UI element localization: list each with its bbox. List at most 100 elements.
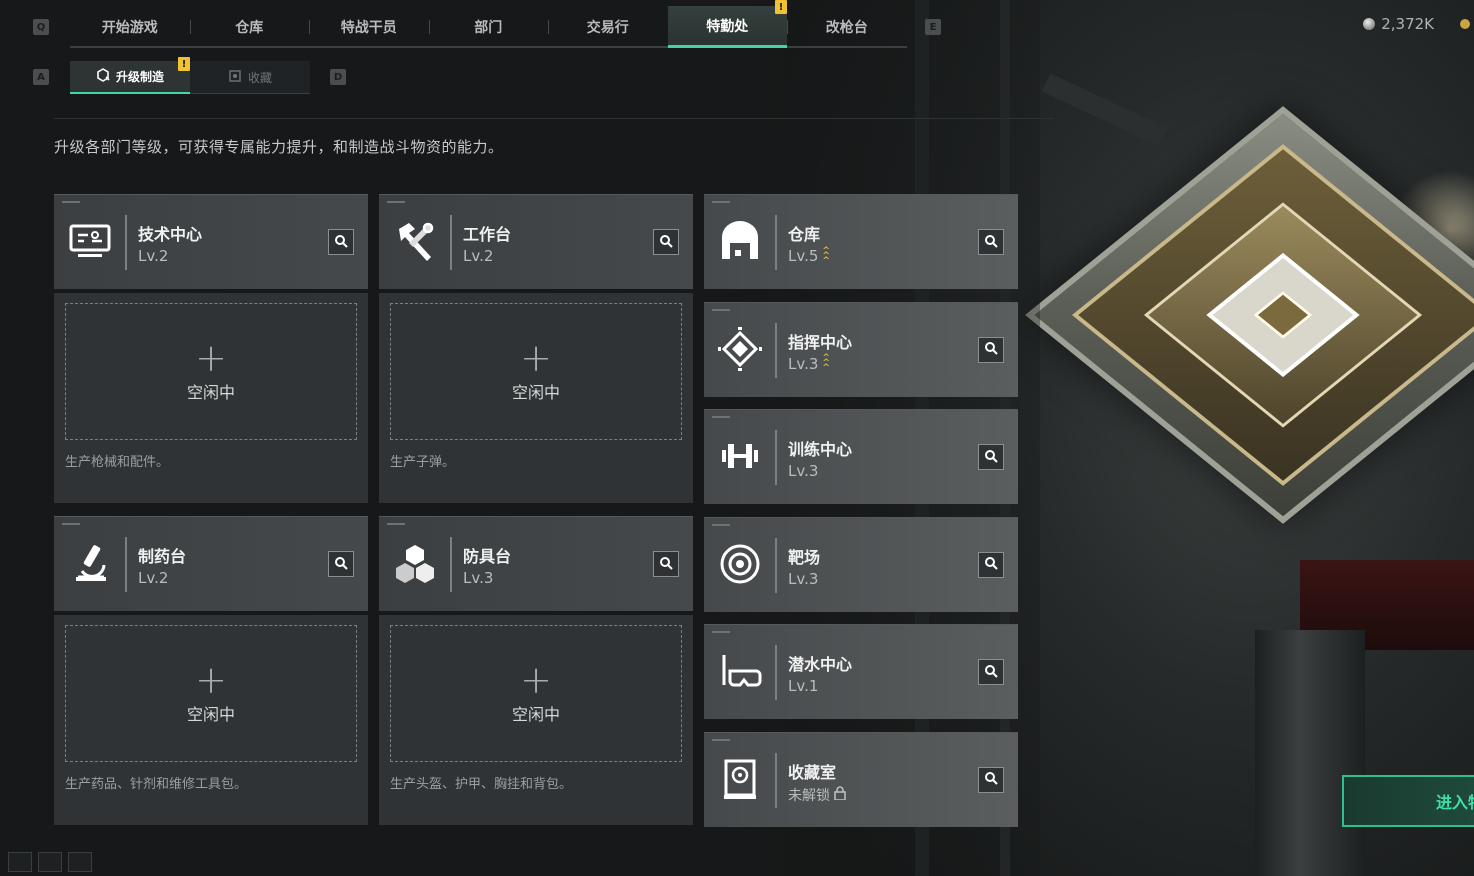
- corner-icon-3[interactable]: [68, 852, 92, 872]
- subtab-2[interactable]: 收藏: [190, 61, 310, 94]
- department-level: Lv.2: [138, 247, 168, 265]
- tab-5[interactable]: 交易行: [548, 6, 668, 48]
- card-separator: [775, 537, 777, 593]
- search-icon: [334, 555, 348, 574]
- production-note: 生产枪械和配件。: [65, 455, 170, 470]
- corner-toolbar: [8, 852, 92, 872]
- production-panel: + 空闲中生产枪械和配件。: [54, 293, 368, 503]
- tab-7[interactable]: 改枪台: [787, 6, 907, 48]
- slot-status: 空闲中: [186, 382, 235, 402]
- search-button[interactable]: [978, 766, 1004, 793]
- training-center-icon: [716, 432, 764, 480]
- department-card[interactable]: 潜水中心 Lv.1: [704, 624, 1018, 719]
- corner-icon-2[interactable]: [38, 852, 62, 872]
- level-text: Lv.5: [788, 247, 819, 265]
- level-text: Lv.3: [788, 354, 819, 373]
- corner-icon-1[interactable]: [8, 852, 32, 872]
- enter-button[interactable]: 进入特: [1342, 775, 1474, 827]
- tab-1[interactable]: 开始游戏: [70, 6, 190, 48]
- search-button[interactable]: [978, 551, 1004, 578]
- lock-icon: [834, 785, 846, 804]
- divider: [54, 118, 1054, 119]
- department-level: Lv.3: [463, 569, 493, 587]
- key-hint-q: Q: [33, 19, 49, 35]
- search-button[interactable]: [978, 659, 1004, 685]
- department-name: 收藏室: [788, 762, 837, 782]
- card-tag: [62, 523, 80, 525]
- search-button[interactable]: [653, 551, 679, 577]
- department-level: Lv.2: [138, 569, 168, 587]
- production-slot[interactable]: + 空闲中: [65, 625, 357, 762]
- department-card[interactable]: 仓库 Lv.5 ^ ^ ^: [704, 194, 1018, 289]
- card-tag: [712, 738, 730, 741]
- department-card[interactable]: 靶场 Lv.3: [704, 516, 1018, 612]
- add-icon: +: [520, 657, 552, 702]
- card-tag: [387, 201, 405, 203]
- level-text: Lv.3: [788, 462, 819, 480]
- workbench-icon: [391, 217, 439, 265]
- production-note: 生产子弹。: [390, 455, 456, 470]
- department-card[interactable]: 制药台 Lv.2: [54, 516, 368, 611]
- card-separator: [775, 645, 777, 700]
- department-level: Lv.1: [788, 677, 818, 695]
- search-icon: [984, 555, 998, 574]
- production-panel: + 空闲中 生产药品、针剂和维修工具包。: [54, 615, 368, 825]
- card-separator: [775, 430, 777, 485]
- armor-bench-icon: [391, 539, 439, 587]
- level-text: 未解锁: [788, 787, 830, 804]
- tab-3[interactable]: 特战干员: [309, 6, 429, 48]
- production-slot[interactable]: + 空闲中: [65, 303, 357, 440]
- upgrade-available-icon: ^ ^ ^: [822, 245, 830, 266]
- department-name: 潜水中心: [788, 655, 853, 674]
- department-name: 工作台: [463, 225, 512, 244]
- tab-2[interactable]: 仓库: [189, 6, 310, 48]
- command-center-icon: [716, 325, 764, 373]
- subtab-1[interactable]: 升级制造!: [70, 57, 190, 94]
- search-button[interactable]: [978, 444, 1004, 470]
- department-card[interactable]: 工作台 Lv.2: [379, 194, 693, 289]
- tech-center-icon: [66, 217, 114, 265]
- diving-center-icon: [716, 647, 764, 695]
- coin-icon: [1363, 18, 1376, 30]
- level-text: Lv.2: [138, 247, 169, 265]
- search-icon: [984, 340, 998, 359]
- department-card[interactable]: 指挥中心 Lv.3 ^ ^ ^: [704, 301, 1018, 397]
- search-icon: [659, 555, 673, 574]
- card-tag: [712, 201, 730, 203]
- search-button[interactable]: [978, 336, 1004, 363]
- tab-6[interactable]: 特勤处!: [667, 0, 787, 48]
- department-name: 训练中心: [788, 440, 853, 459]
- upgrade-available-icon: ^ ^ ^: [822, 353, 830, 373]
- card-tag: [62, 201, 80, 203]
- pharmacy-icon: [66, 539, 114, 587]
- department-level: Lv.3: [788, 570, 818, 588]
- search-button[interactable]: [978, 229, 1004, 255]
- card-tag: [712, 631, 730, 633]
- tab-label: 仓库: [235, 20, 264, 36]
- add-icon: +: [520, 335, 552, 380]
- department-card[interactable]: 训练中心 Lv.3: [704, 409, 1018, 504]
- search-button[interactable]: [328, 229, 354, 255]
- level-text: Lv.3: [463, 569, 494, 587]
- card-tag: [712, 416, 730, 418]
- tab-label: 部门: [474, 20, 503, 36]
- production-slot[interactable]: + 空闲中: [390, 625, 682, 762]
- search-button[interactable]: [653, 229, 679, 255]
- tab-4[interactable]: 部门: [428, 6, 549, 48]
- production-slot[interactable]: + 空闲中: [390, 303, 682, 440]
- search-button[interactable]: [328, 551, 354, 577]
- search-icon: [659, 233, 673, 252]
- add-icon: +: [195, 657, 227, 702]
- upgrade-icon: [96, 68, 110, 85]
- department-card[interactable]: 防具台 Lv.3: [379, 516, 693, 611]
- search-icon: [334, 233, 348, 252]
- department-card[interactable]: 收藏室 未解锁: [704, 731, 1018, 827]
- department-card[interactable]: 技术中心 Lv.2: [54, 194, 368, 289]
- slot-status: 空闲中: [511, 382, 560, 402]
- department-level: Lv.5 ^ ^ ^: [788, 245, 830, 266]
- slot-status: 空闲中: [186, 704, 235, 724]
- department-level: 未解锁: [788, 785, 846, 805]
- production-note: 生产头盔、护甲、胸挂和背包。: [390, 777, 573, 792]
- search-icon: [984, 770, 998, 789]
- production-panel: + 空闲中生产头盔、护甲、胸挂和背包。: [379, 615, 693, 825]
